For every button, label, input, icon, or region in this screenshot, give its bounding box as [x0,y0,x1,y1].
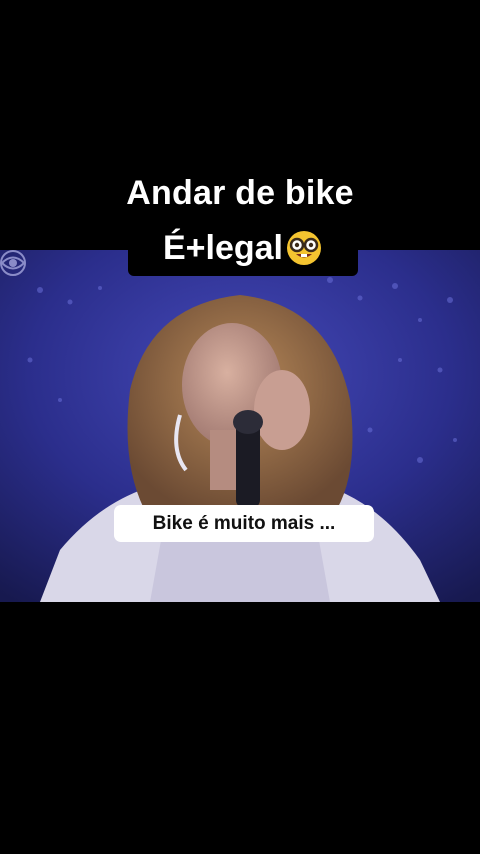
speech-bubble: Bike é muito mais ... [114,505,374,542]
caption-line-1: Andar de bike [126,174,354,212]
nerd-face-emoji-icon [287,231,321,265]
performer-scene [0,250,480,602]
caption-line-2-box: É+legal [128,220,358,276]
video-post[interactable]: Andar de bike É+legal Bike é muito mais … [0,0,480,854]
caption-line-2-text: É+legal [162,229,283,267]
video-frame[interactable] [0,250,480,602]
cbs-eye-logo-icon [0,250,26,276]
caption-line-2: É+legal [128,228,358,268]
